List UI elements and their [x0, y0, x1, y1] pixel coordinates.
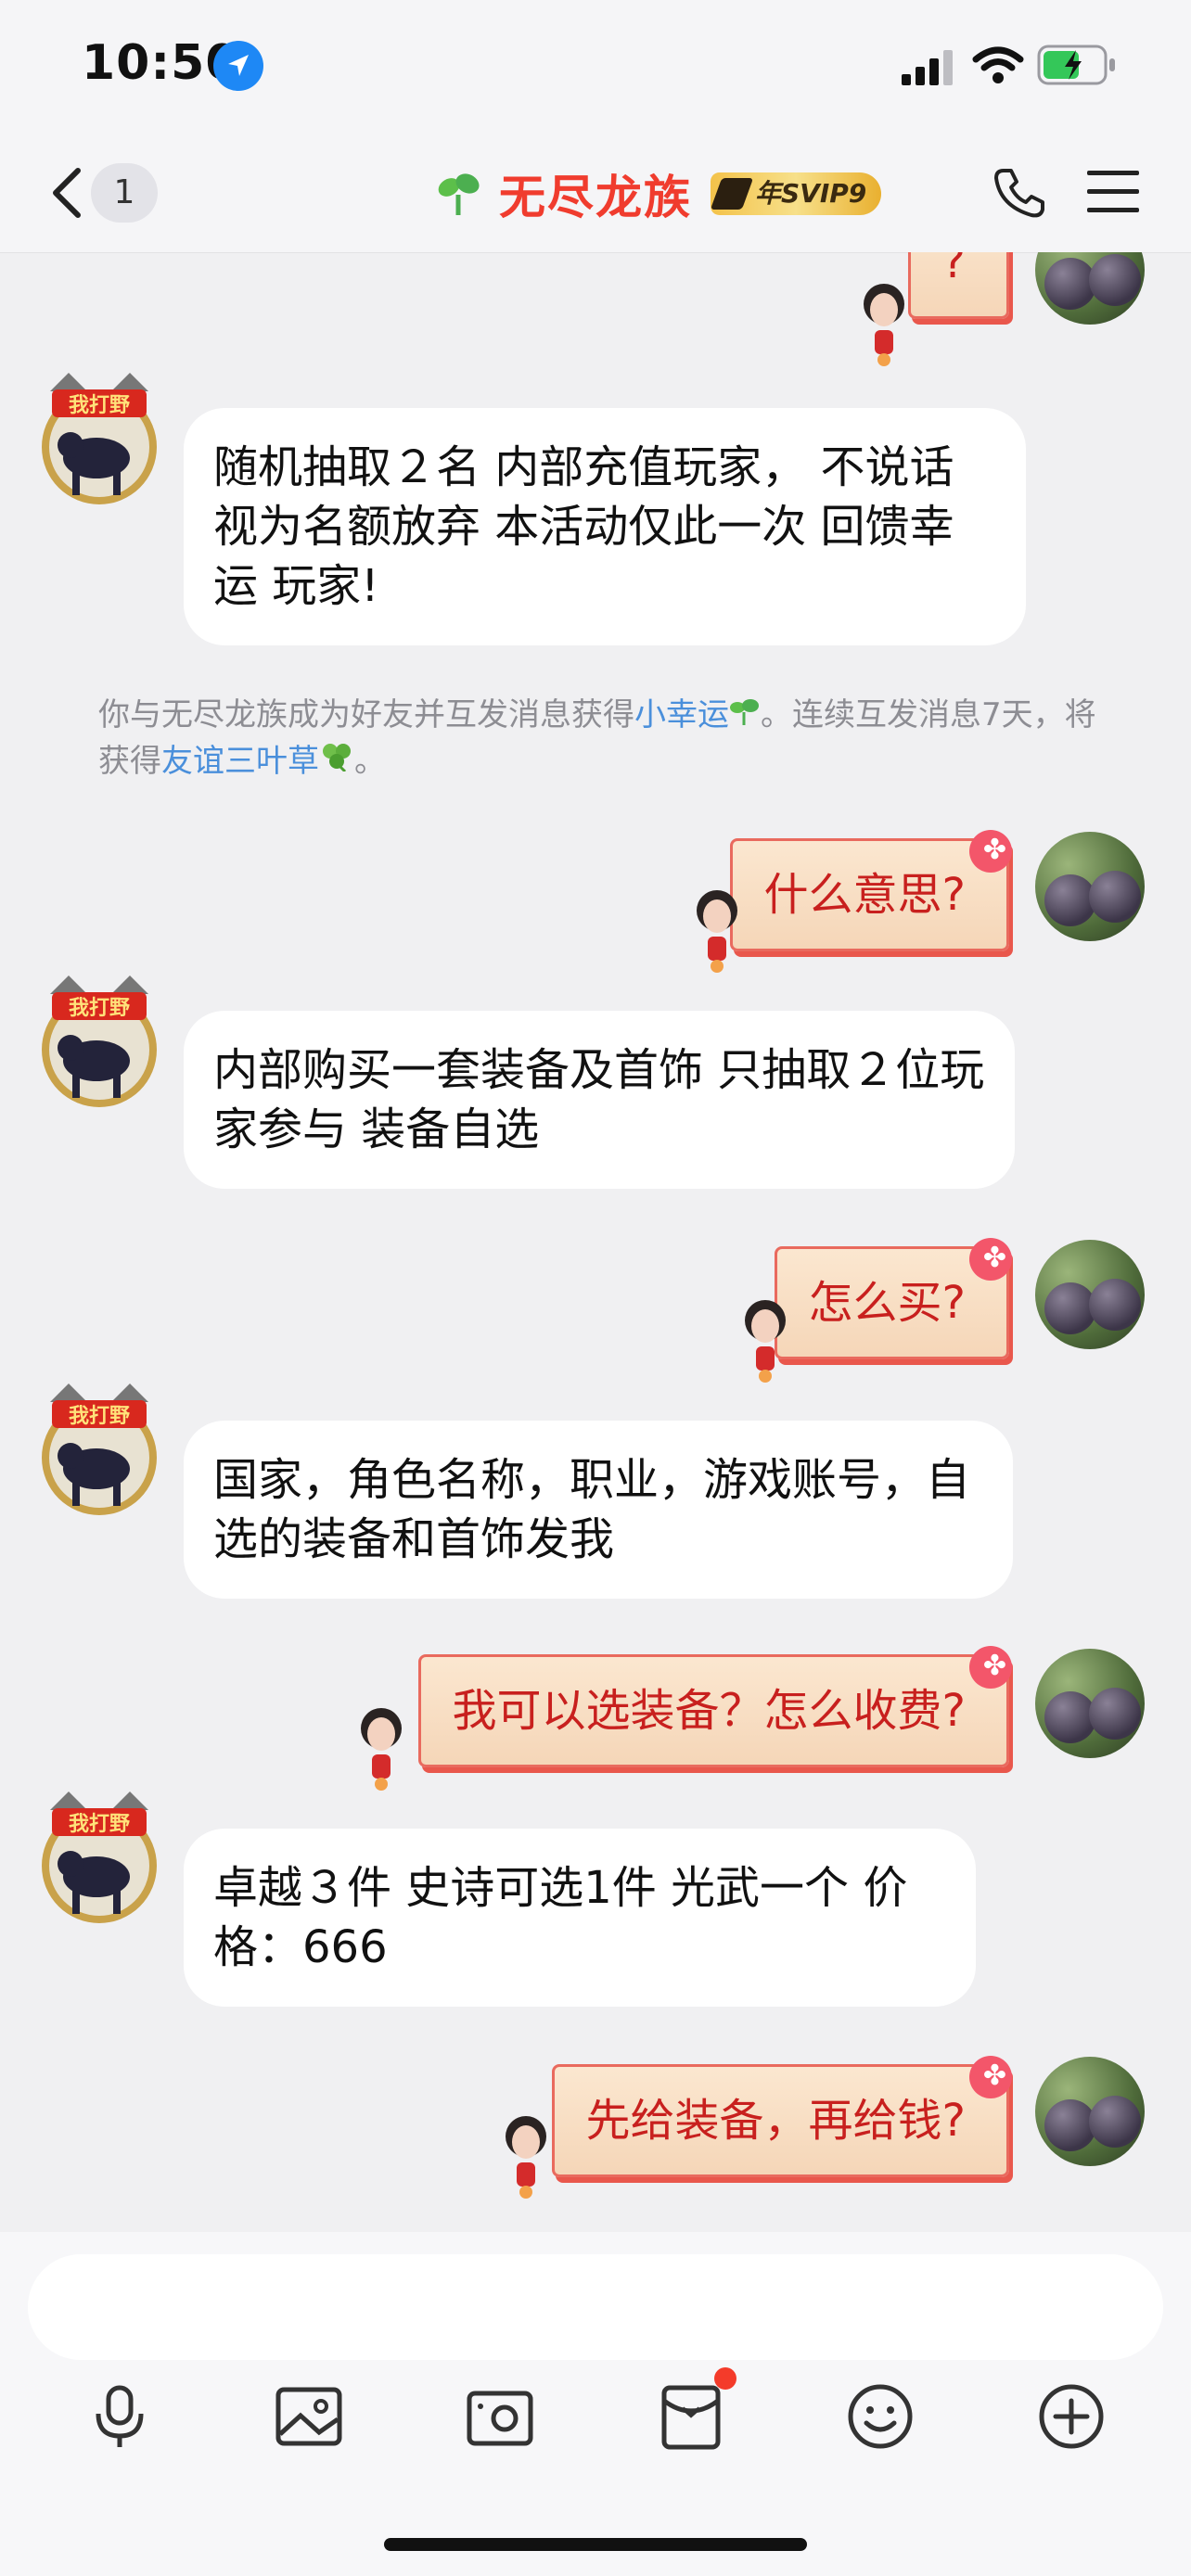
cellular-signal-icon: [902, 48, 957, 89]
avatar-label: 我打野: [69, 1813, 130, 1836]
my-avatar[interactable]: [1035, 252, 1145, 325]
message-bubble-sent[interactable]: ?: [907, 252, 1009, 319]
bubble-decoration-icon: [697, 890, 737, 973]
menu-icon[interactable]: [1087, 169, 1139, 219]
message-bubble-received[interactable]: 随机抽取２名 内部充值玩家， 不说话视为名额放弃 本活动仅此一次 回馈幸运 玩家…: [184, 408, 1026, 645]
image-icon[interactable]: [273, 2380, 345, 2453]
emoji-icon[interactable]: [844, 2380, 916, 2453]
my-avatar[interactable]: [1035, 2057, 1145, 2166]
clover-icon: [323, 744, 351, 773]
message-composer: [0, 2232, 1191, 2576]
message-bubble-sent[interactable]: 怎么买?: [774, 1238, 1013, 1359]
contact-avatar[interactable]: 我打野: [32, 966, 167, 1115]
bubble-decoration-icon: [745, 1300, 786, 1383]
page-title: 无尽龙族: [499, 171, 692, 224]
message-input[interactable]: [28, 2254, 1163, 2360]
chat-header: 1 无尽龙族 年SVIP9: [0, 139, 1191, 253]
phone-call-icon[interactable]: [991, 165, 1046, 224]
chat-message-list[interactable]: ? 我打野 随机抽取２名 内部充值玩家， 不说话视为名额放弃 本活动仅此一次 回…: [0, 252, 1191, 2232]
notice-text: 你与无尽龙族成为好友并互发消息获得: [98, 696, 634, 733]
message-bubble-sent[interactable]: 我可以选装备？怎么收费?: [417, 1646, 1013, 1767]
bubble-decoration-icon: [506, 2116, 546, 2199]
message-bubble-sent[interactable]: 先给装备，再给钱?: [551, 2056, 1013, 2177]
little-luck-link[interactable]: 小幸运: [634, 696, 729, 733]
microphone-icon[interactable]: [83, 2380, 156, 2453]
notification-dot: [714, 2367, 736, 2390]
my-avatar[interactable]: [1035, 832, 1145, 941]
back-chevron-icon[interactable]: [48, 165, 85, 221]
title-group[interactable]: 无尽龙族 年SVIP9: [436, 161, 882, 226]
camera-icon[interactable]: [464, 2380, 536, 2453]
battery-icon: [1037, 45, 1117, 89]
avatar-label: 我打野: [69, 394, 130, 417]
message-bubble-received[interactable]: 卓越３件 史诗可选1件 光武一个 价格：666: [184, 1829, 976, 2007]
avatar-label: 我打野: [69, 1405, 130, 1428]
my-avatar[interactable]: [1035, 1240, 1145, 1349]
wifi-icon: [972, 46, 1024, 89]
contact-avatar[interactable]: 我打野: [32, 1374, 167, 1523]
message-bubble-sent[interactable]: 什么意思?: [729, 830, 1013, 951]
sprout-icon: [730, 699, 759, 725]
home-indicator[interactable]: [384, 2538, 807, 2551]
red-packet-icon[interactable]: [655, 2380, 727, 2453]
message-bubble-received[interactable]: 内部购买一套装备及首饰 只抽取２位玩家参与 装备自选: [184, 1011, 1015, 1189]
bubble-decoration-icon: [361, 1708, 402, 1791]
avatar-label: 我打野: [69, 997, 130, 1020]
svip-badge: 年SVIP9: [711, 172, 882, 215]
sprout-icon: [436, 171, 482, 217]
system-notice: 你与无尽龙族成为好友并互发消息获得小幸运 。连续互发消息7天，将获得友谊三叶草。: [98, 692, 1100, 784]
status-bar: 10:50: [0, 0, 1191, 139]
plus-icon[interactable]: [1035, 2380, 1108, 2453]
contact-avatar[interactable]: 我打野: [32, 1782, 167, 1931]
notice-text: 。: [354, 743, 386, 780]
message-bubble-received[interactable]: 国家，角色名称，职业，游戏账号，自选的装备和首饰发我: [184, 1421, 1013, 1599]
location-arrow-icon: [213, 41, 263, 91]
contact-avatar[interactable]: 我打野: [32, 363, 167, 512]
friendship-clover-link[interactable]: 友谊三叶草: [161, 743, 319, 780]
bubble-decoration-icon: [864, 284, 904, 366]
my-avatar[interactable]: [1035, 1649, 1145, 1758]
unread-count-badge[interactable]: 1: [91, 163, 158, 223]
